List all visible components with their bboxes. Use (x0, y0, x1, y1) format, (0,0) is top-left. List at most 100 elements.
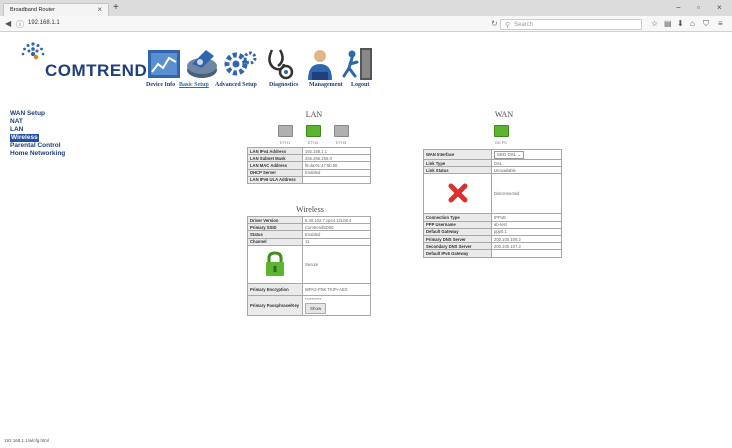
table-row: Default Gateway ppp0.1 (423, 227, 562, 236)
channel-value: 11 (302, 237, 371, 246)
search-input[interactable]: ⚲ Search (500, 19, 642, 30)
wan-section-title: WAN (494, 110, 514, 119)
wan-interface-cell: SED DSL ⌄ (491, 149, 562, 160)
sidebar-item-nat[interactable]: NAT (10, 118, 90, 126)
wireless-status-key: Status (247, 230, 303, 239)
link-type-key: Link Type (423, 158, 492, 168)
tab-close-icon[interactable]: × (97, 5, 102, 14)
management-icon[interactable] (302, 46, 338, 82)
diagnostics-icon[interactable] (262, 46, 298, 82)
default-ipv6-gateway-key: Default IPv6 Gateway (423, 249, 492, 258)
primary-dns-key: Primary DNS Server (423, 234, 492, 244)
primary-ssid-key: Primary SSID (247, 223, 303, 232)
dhcp-server-value: Enabled (302, 168, 371, 177)
logout-icon[interactable] (340, 46, 376, 82)
reload-icon[interactable]: ↻ (491, 19, 498, 28)
back-icon[interactable]: ◀ (5, 19, 11, 28)
lan-mac-key: LAN MAC Address (247, 161, 303, 170)
advanced-setup-icon[interactable] (222, 46, 258, 82)
sidebar-item-parental-control[interactable]: Parental Control (10, 142, 90, 150)
wan-info-table: WAN Interface SED DSL ⌄ Link Type DSL Lin… (423, 149, 562, 258)
disconnected-x-icon (448, 183, 467, 203)
passphrase-value: ********** (305, 297, 322, 303)
new-tab-icon[interactable]: + (113, 2, 119, 13)
table-row: Primary DNS Server 200.100.100.2 (423, 234, 562, 244)
wireless-section-title: Wireless (296, 205, 324, 214)
disconnected-cell (423, 173, 492, 215)
primary-dns-value: 200.100.100.2 (491, 234, 562, 244)
menu-logout[interactable]: Logout (351, 82, 369, 88)
maximize-icon[interactable]: ▫ (697, 3, 700, 12)
lock-cell (247, 244, 303, 284)
sidebar-item-wan-setup[interactable]: WAN Setup (10, 110, 90, 118)
eth3-label: ETH3 (336, 140, 347, 145)
table-row: PPP Username ab-test (423, 220, 562, 229)
default-gateway-value: ppp0.1 (491, 227, 562, 236)
connection-type-key: Connection Type (423, 213, 492, 222)
security-value: Secure (302, 244, 371, 284)
primary-ssid-value: Comtrend5D00 (302, 223, 371, 232)
show-passphrase-button[interactable]: Show (305, 303, 327, 315)
browser-status-bar: 192.168.1.1/wlcfg.html (4, 438, 50, 443)
menu-management[interactable]: Management (309, 82, 343, 88)
comtrend-logo-icon (21, 42, 45, 60)
basic-setup-icon[interactable] (184, 46, 220, 82)
menu-device-info[interactable]: Device Info (146, 82, 175, 88)
wan-interface-select[interactable]: SED DSL ⌄ (494, 150, 525, 159)
shield-icon[interactable]: ⛉ (703, 19, 709, 29)
browser-tab[interactable]: Broadband Router × (3, 3, 109, 16)
brand-logo-text: COMTREND (45, 61, 148, 80)
lock-icon (266, 251, 284, 276)
wireless-info-table: Driver Version 6.30.102.7.cpe4.12L08.4 Pr… (247, 215, 371, 316)
lan-subnet-value: 255.255.255.0 (302, 154, 371, 163)
sidebar-item-lan[interactable]: LAN (10, 126, 90, 134)
table-row: Channel 11 (247, 237, 371, 246)
secondary-dns-value: 200.100.107.2 (491, 242, 562, 251)
chevron-down-icon: ⌄ (517, 151, 522, 157)
table-row: LAN IPv6 ULA Address (247, 175, 371, 184)
link-status-key: Link Status (423, 166, 492, 175)
search-icon: ⚲ (505, 22, 511, 29)
table-row: LAN MAC Address f8:da:0c:47:5b:50 (247, 161, 371, 170)
wireless-status-value: Enabled (302, 230, 371, 239)
router-header: COMTREND Device Info Basic Setup Advance… (0, 33, 732, 105)
browser-tab-bar: Broadband Router × + − ▫ × (0, 0, 732, 16)
connection-type-value: IPPoE (491, 213, 562, 222)
minimize-icon[interactable]: − (676, 3, 681, 12)
eth1-port-icon (278, 125, 293, 137)
secondary-dns-key: Secondary DNS Server (423, 242, 492, 251)
site-info-icon[interactable]: ⓘ (16, 19, 24, 30)
sidebar-item-wireless[interactable]: Wireless (10, 134, 39, 142)
menu-icon[interactable]: ≡ (718, 19, 723, 28)
default-ipv6-gateway-value (491, 249, 562, 258)
lan-mac-value: f8:da:0c:47:5b:50 (302, 161, 371, 170)
link-type-value: DSL (491, 158, 562, 168)
reading-list-icon[interactable]: ▤ (664, 19, 672, 28)
close-window-icon[interactable]: × (717, 3, 722, 12)
driver-version-value: 6.30.102.7.cpe4.12L08.4 (302, 215, 371, 225)
device-info-icon[interactable] (146, 46, 182, 82)
menu-basic-setup[interactable]: Basic Setup (179, 82, 209, 88)
table-row: Primary Passphrase/Key ********** Show (247, 294, 371, 316)
wan-port-label: GE P0 (495, 140, 507, 145)
passphrase-cell: ********** Show (302, 294, 371, 316)
lan-section-title: LAN (305, 110, 323, 119)
table-row: Driver Version 6.30.102.7.cpe4.12L08.4 (247, 215, 371, 225)
download-icon[interactable]: ⬇ (677, 19, 684, 28)
url-bar[interactable]: 192.168.1.1 (28, 20, 60, 26)
wan-interface-key: WAN Interface (423, 149, 492, 160)
sidebar-item-home-networking[interactable]: Home Networking (10, 150, 90, 158)
table-row: WAN Interface SED DSL ⌄ (423, 149, 562, 160)
bookmark-star-icon[interactable]: ☆ (651, 19, 658, 28)
home-icon[interactable]: ⌂ (690, 19, 695, 28)
lan-ipv4-key: LAN IPv4 Address (247, 146, 303, 156)
table-row: DHCP Server Enabled (247, 168, 371, 177)
tab-title: Broadband Router (10, 7, 55, 13)
table-row: Status Enabled (247, 230, 371, 239)
wan-interface-value: SED DSL (497, 151, 517, 157)
ppp-username-value: ab-test (491, 220, 562, 229)
menu-advanced-setup[interactable]: Advanced Setup (215, 82, 257, 88)
menu-diagnostics[interactable]: Diagnostics (269, 82, 298, 88)
primary-encryption-key: Primary Encryption (247, 282, 303, 296)
ppp-username-key: PPP Username (423, 220, 492, 229)
